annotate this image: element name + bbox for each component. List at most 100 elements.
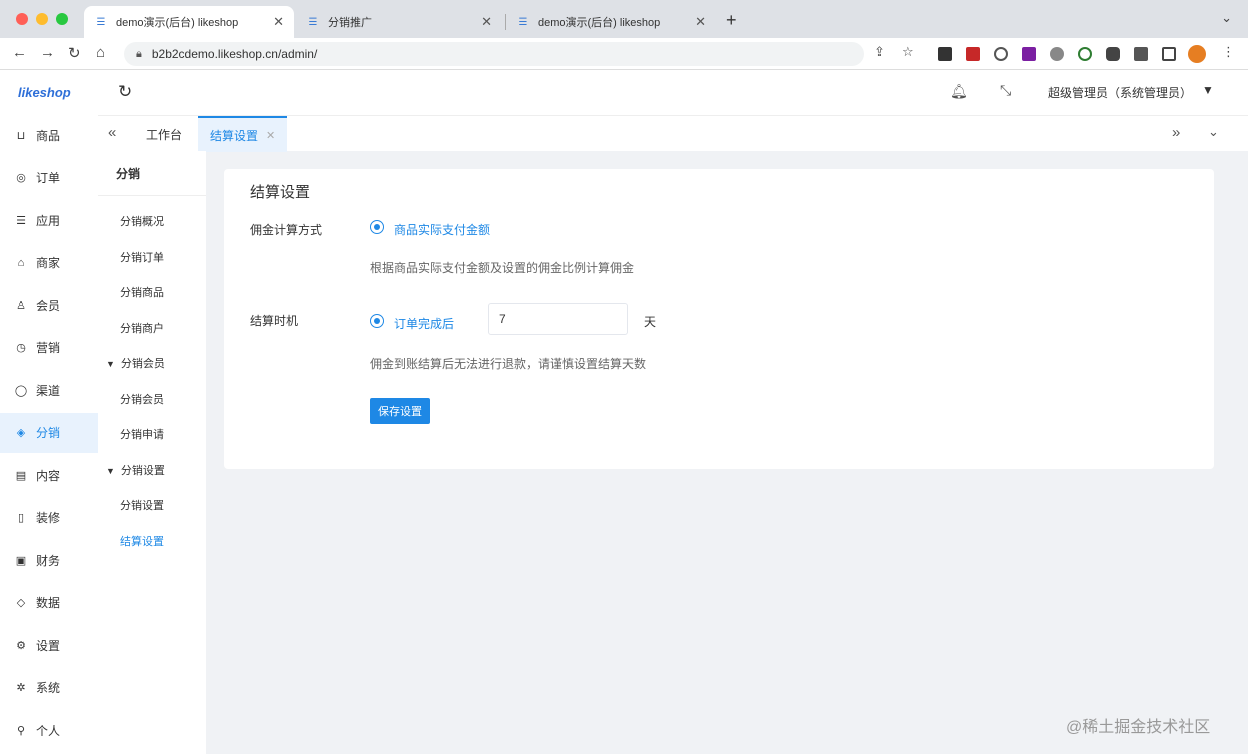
main-sidebar: likeshop ⊔ 商品 ◎ 订单 ☰ 应用 ⌂ 商家 ♙ 会员 ◷ 营销 ◯ 渠道 ◈ 分销 ▤ 内容 ▯ 装修 ▣… xyxy=(0,71,98,754)
close-tab-icon[interactable]: ✕ xyxy=(695,14,706,30)
sidebar-item-label: 系统 xyxy=(36,681,61,695)
subnav-item[interactable]: 分销会员 xyxy=(120,391,164,407)
browser-menu-icon[interactable]: ⋮ xyxy=(1222,44,1235,60)
sidebar-item-label: 内容 xyxy=(36,468,61,483)
reload-icon[interactable]: ↻ xyxy=(68,44,81,62)
extension-5-icon[interactable] xyxy=(1050,47,1064,61)
channel-icon: ◯ xyxy=(14,384,28,397)
finance-icon: ▣ xyxy=(15,554,27,567)
user-name[interactable]: 超级管理员（系统管理员） xyxy=(1048,84,1192,101)
close-window-button[interactable] xyxy=(16,13,28,25)
subnav-group[interactable]: ▼ 分销会员 xyxy=(106,355,165,371)
home-icon[interactable]: ⌂ xyxy=(96,44,105,61)
commission-method-option[interactable]: 商品实际支付金额 xyxy=(394,221,490,238)
subnav-item[interactable]: 分销概况 xyxy=(120,213,164,229)
extension-2-icon[interactable] xyxy=(966,47,980,61)
extension-3-icon[interactable] xyxy=(994,47,1008,61)
browser-titlebar: ☰ demo演示(后台) likeshop ✕ ☰ 分销推广 ✕ ☰ demo演… xyxy=(0,0,1248,38)
subnav-item-label: 分销商品 xyxy=(120,287,164,299)
bookmark-star-icon[interactable]: ☆ xyxy=(902,44,914,60)
profile-avatar[interactable] xyxy=(1188,45,1206,63)
settle-timing-option[interactable]: 订单完成后 xyxy=(394,315,454,332)
sidebar-item[interactable]: ◎ 订单 xyxy=(0,158,98,198)
sidebar-item-label: 会员 xyxy=(36,298,61,313)
sidebar-item-label: 营销 xyxy=(36,341,61,355)
sidebar-item[interactable]: ▯ 装修 xyxy=(0,498,98,538)
subnav-item[interactable]: 分销商户 xyxy=(120,320,164,336)
sidebar-item[interactable]: ▣ 财务 xyxy=(0,540,98,580)
close-tab-icon[interactable]: ✕ xyxy=(273,14,284,30)
sidebar-item[interactable]: ◈ 分销 xyxy=(0,412,98,453)
sidebar-item[interactable]: ◇ 数据 xyxy=(0,583,98,623)
settle-timing-label: 结算时机 xyxy=(250,314,299,328)
apps-icon: ☰ xyxy=(16,214,26,227)
fullscreen-icon[interactable]: ⤡ xyxy=(1000,82,1011,99)
back-icon[interactable]: ← xyxy=(12,44,27,61)
sidebar-item-label: 订单 xyxy=(36,171,61,185)
scroll-tabs-right-icon[interactable]: » xyxy=(1172,124,1180,141)
subnav-item[interactable]: 分销商品 xyxy=(120,284,164,300)
tab-workbench[interactable]: 工作台 xyxy=(134,116,194,152)
extension-7-icon[interactable] xyxy=(1106,47,1120,61)
subnav-item[interactable]: 分销订单 xyxy=(120,249,164,265)
browser-toolbar: ← → ↻ ⌂ 🔒︎ b2b2cdemo.likeshop.cn/admin/ … xyxy=(0,38,1248,70)
forward-icon[interactable]: → xyxy=(40,44,55,61)
days-unit: 天 xyxy=(644,315,657,329)
subnav-item[interactable]: 分销申请 xyxy=(120,426,164,442)
sidebar-item[interactable]: ▤ 内容 xyxy=(0,455,98,495)
subnav-item-label: 分销会员 xyxy=(120,393,164,406)
extensions-puzzle-icon[interactable] xyxy=(1134,47,1148,61)
minimize-window-button[interactable] xyxy=(36,13,48,25)
favicon-icon: ☰ xyxy=(96,16,106,28)
extension-6-icon[interactable] xyxy=(1078,47,1092,61)
sidebar-item-label: 应用 xyxy=(36,213,61,228)
extension-4-icon[interactable] xyxy=(1022,47,1036,61)
subnav-item[interactable]: 分销设置 xyxy=(120,497,164,513)
extension-1-icon[interactable] xyxy=(938,47,952,61)
favicon-icon: ☰ xyxy=(308,16,318,28)
distribution-icon: ◈ xyxy=(16,427,26,439)
sidebar-item[interactable]: ☰ 应用 xyxy=(0,200,98,240)
refresh-icon[interactable]: ↻ xyxy=(118,82,132,102)
settle-days-input[interactable]: 7 xyxy=(488,303,628,335)
commission-method-hint: 根据商品实际支付金额及设置的佣金比例计算佣金 xyxy=(370,261,635,275)
sidebar-item[interactable]: ♙ 会员 xyxy=(0,285,98,325)
close-tab-icon[interactable]: ✕ xyxy=(266,129,275,142)
browser-tab-title: demo演示(后台) likeshop xyxy=(116,17,239,29)
page-tabs-bar: « 工作台 结算设置 ✕ » ⌄ xyxy=(98,115,1248,152)
new-tab-icon[interactable]: + xyxy=(726,10,737,31)
save-settings-button[interactable]: 保存设置 xyxy=(370,398,430,424)
maximize-window-button[interactable] xyxy=(56,13,68,25)
browser-tab-2[interactable]: ☰ 分销推广 ✕ xyxy=(296,6,502,38)
sidebar-item[interactable]: ⚙ 设置 xyxy=(0,625,98,665)
shop-icon: ⌂ xyxy=(17,256,25,269)
sidebar-item-label: 装修 xyxy=(36,511,61,525)
share-icon[interactable]: ⇪ xyxy=(874,44,885,60)
browser-tab-3[interactable]: ☰ demo演示(后台) likeshop ✕ xyxy=(506,6,716,38)
close-tab-icon[interactable]: ✕ xyxy=(481,14,492,30)
sidebar-item-label: 分销 xyxy=(36,426,61,440)
subnav-item-label: 分销设置 xyxy=(120,500,164,512)
sidebar-item[interactable]: ◯ 渠道 xyxy=(0,370,98,410)
tab-settlement-settings[interactable]: 结算设置 ✕ xyxy=(198,116,288,152)
sidebar-item[interactable]: ✲ 系统 xyxy=(0,668,98,708)
browser-tab-1[interactable]: ☰ demo演示(后台) likeshop ✕ xyxy=(84,6,294,38)
settle-timing-radio[interactable] xyxy=(370,314,384,328)
collapse-icon[interactable]: « xyxy=(108,124,116,141)
sidebar-item[interactable]: ◷ 营销 xyxy=(0,328,98,368)
subnav-group[interactable]: ▼ 分销设置 xyxy=(106,462,165,478)
commission-method-radio[interactable] xyxy=(370,220,384,234)
address-bar[interactable]: 🔒︎ b2b2cdemo.likeshop.cn/admin/ xyxy=(124,42,864,66)
tabs-menu-icon[interactable]: ⌄ xyxy=(1208,124,1219,140)
sidepanel-icon[interactable] xyxy=(1162,47,1176,61)
sidebar-item-label: 设置 xyxy=(36,638,61,653)
caret-down-icon[interactable]: ▼ xyxy=(1202,83,1214,97)
sidebar-item[interactable]: ⊔ 商品 xyxy=(0,115,98,155)
order-icon: ◎ xyxy=(16,172,26,184)
person-icon: ⚲ xyxy=(16,724,26,737)
bell-icon[interactable]: 🔔︎ xyxy=(950,83,968,100)
sidebar-item[interactable]: ⚲ 个人 xyxy=(0,710,98,750)
subnav-item[interactable]: 结算设置 xyxy=(120,533,164,549)
sidebar-item[interactable]: ⌂ 商家 xyxy=(0,243,98,283)
tab-search-icon[interactable]: ⌄ xyxy=(1221,10,1232,26)
